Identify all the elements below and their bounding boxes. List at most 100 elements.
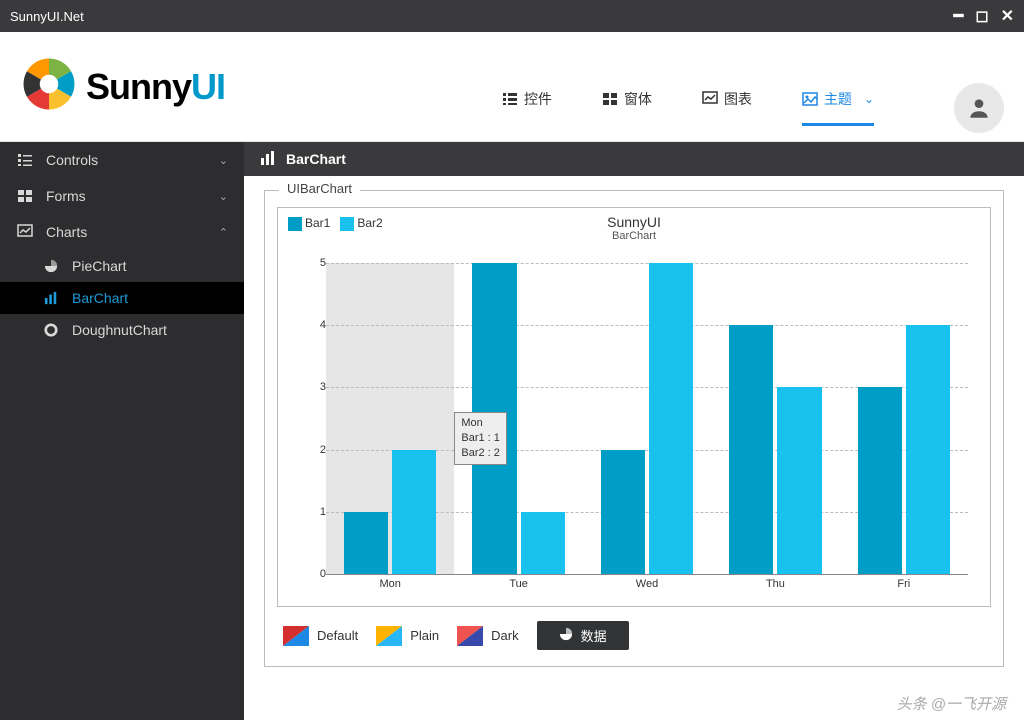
bar[interactable] <box>858 387 902 574</box>
theme-label: Dark <box>491 628 518 643</box>
swatch-icon <box>340 217 354 231</box>
bar[interactable] <box>344 512 388 574</box>
nav-charts[interactable]: 图表 <box>702 89 752 126</box>
legend-item: Bar2 <box>340 216 382 231</box>
logo-ui: UI <box>191 66 225 107</box>
x-tick: Wed <box>583 578 711 596</box>
sidebar-child-label: PieChart <box>72 258 126 274</box>
chart-subtitle: BarChart <box>278 230 990 242</box>
main: Controls ⌄ Forms ⌄ Charts ⌃ PieChart Bar… <box>0 142 1024 720</box>
bar-group[interactable] <box>840 263 968 574</box>
sidebar-item-controls[interactable]: Controls ⌄ <box>0 142 244 178</box>
sidebar-child-label: BarChart <box>72 290 128 306</box>
windows-icon <box>16 188 34 204</box>
bar-group[interactable] <box>583 263 711 574</box>
legend-label: Bar1 <box>305 216 330 230</box>
watermark: 头条 @一飞开源 <box>897 693 1006 714</box>
chart-frame: UIBarChart Bar1 Bar2 SunnyUI BarChart 01… <box>264 190 1004 667</box>
window-title: SunnyUI.Net <box>10 9 954 24</box>
bars <box>326 263 968 574</box>
swatch-icon <box>288 217 302 231</box>
y-axis: 012345 <box>308 263 326 574</box>
bar[interactable] <box>521 512 565 574</box>
nav-controls[interactable]: 控件 <box>502 89 552 126</box>
content-title: BarChart <box>286 151 346 167</box>
logo-sunny: Sunny <box>86 66 191 107</box>
bar[interactable] <box>906 325 950 574</box>
swatch-icon <box>376 626 402 646</box>
x-tick: Mon <box>326 578 454 596</box>
pie-icon <box>42 259 60 273</box>
theme-row: Default Plain Dark 数据 <box>277 607 991 654</box>
chevron-down-icon: ⌄ <box>219 154 228 167</box>
swatch-icon <box>457 626 483 646</box>
data-button-label: 数据 <box>581 626 607 645</box>
legend-label: Bar2 <box>357 216 382 230</box>
legend-item: Bar1 <box>288 216 330 231</box>
nav-label: 图表 <box>724 89 752 109</box>
nav-label: 主题 <box>824 89 852 109</box>
logo-text: SunnyUI <box>86 66 225 108</box>
app-header: SunnyUI 控件 窗体 图表 主题 ⌄ <box>0 32 1024 142</box>
bar[interactable] <box>601 450 645 574</box>
logo-icon <box>20 55 78 118</box>
bar[interactable] <box>649 263 693 574</box>
sidebar: Controls ⌄ Forms ⌄ Charts ⌃ PieChart Bar… <box>0 142 244 720</box>
logo: SunnyUI <box>20 55 225 118</box>
nav-label: 窗体 <box>624 89 652 109</box>
x-axis: MonTueWedThuFri <box>326 578 968 596</box>
swatch-icon <box>283 626 309 646</box>
bar-group[interactable] <box>326 263 454 574</box>
sidebar-child-doughnut[interactable]: DoughnutChart <box>0 314 244 346</box>
list-icon <box>502 91 518 107</box>
frame-title: UIBarChart <box>279 181 360 196</box>
nav-label: 控件 <box>524 89 552 109</box>
donut-icon <box>42 323 60 337</box>
chart-legend: Bar1 Bar2 <box>288 216 383 231</box>
content-header: BarChart <box>244 142 1024 176</box>
chart-icon <box>702 91 718 107</box>
tooltip: MonBar1 : 1Bar2 : 2 <box>454 412 507 465</box>
pie-icon <box>559 627 573 644</box>
x-tick: Tue <box>454 578 582 596</box>
theme-dark[interactable]: Dark <box>457 626 518 646</box>
avatar[interactable] <box>954 83 1004 133</box>
gridline <box>326 574 968 575</box>
maximize-button[interactable]: ◻ <box>975 6 988 26</box>
list-icon <box>16 152 34 168</box>
chevron-down-icon: ⌄ <box>864 92 874 106</box>
bar[interactable] <box>777 387 821 574</box>
nav-forms[interactable]: 窗体 <box>602 89 652 126</box>
image-icon <box>802 91 818 107</box>
titlebar: SunnyUI.Net ━ ◻ ✕ <box>0 0 1024 32</box>
bar-group[interactable] <box>711 263 839 574</box>
close-button[interactable]: ✕ <box>1001 6 1014 26</box>
sidebar-item-forms[interactable]: Forms ⌄ <box>0 178 244 214</box>
theme-plain[interactable]: Plain <box>376 626 439 646</box>
bars-icon <box>42 291 60 305</box>
chart-icon <box>16 224 34 240</box>
theme-label: Plain <box>410 628 439 643</box>
data-button[interactable]: 数据 <box>537 621 629 650</box>
theme-label: Default <box>317 628 358 643</box>
content-body: UIBarChart Bar1 Bar2 SunnyUI BarChart 01… <box>244 176 1024 720</box>
sidebar-child-piechart[interactable]: PieChart <box>0 250 244 282</box>
minimize-button[interactable]: ━ <box>954 6 964 26</box>
top-nav: 控件 窗体 图表 主题 ⌄ <box>502 41 1004 133</box>
chart-title: SunnyUI <box>278 208 990 230</box>
sidebar-label: Forms <box>46 188 207 204</box>
theme-default[interactable]: Default <box>283 626 358 646</box>
bar[interactable] <box>392 450 436 574</box>
user-icon <box>966 95 992 121</box>
sidebar-label: Charts <box>46 224 207 240</box>
sidebar-child-label: DoughnutChart <box>72 322 167 338</box>
nav-theme[interactable]: 主题 ⌄ <box>802 89 874 126</box>
sidebar-item-charts[interactable]: Charts ⌃ <box>0 214 244 250</box>
x-tick: Thu <box>711 578 839 596</box>
sidebar-child-barchart[interactable]: BarChart <box>0 282 244 314</box>
window-controls: ━ ◻ ✕ <box>954 6 1014 26</box>
x-tick: Fri <box>840 578 968 596</box>
bar[interactable] <box>729 325 773 574</box>
chevron-up-icon: ⌃ <box>219 226 228 239</box>
chart-box: Bar1 Bar2 SunnyUI BarChart 012345 MonBar… <box>277 207 991 607</box>
